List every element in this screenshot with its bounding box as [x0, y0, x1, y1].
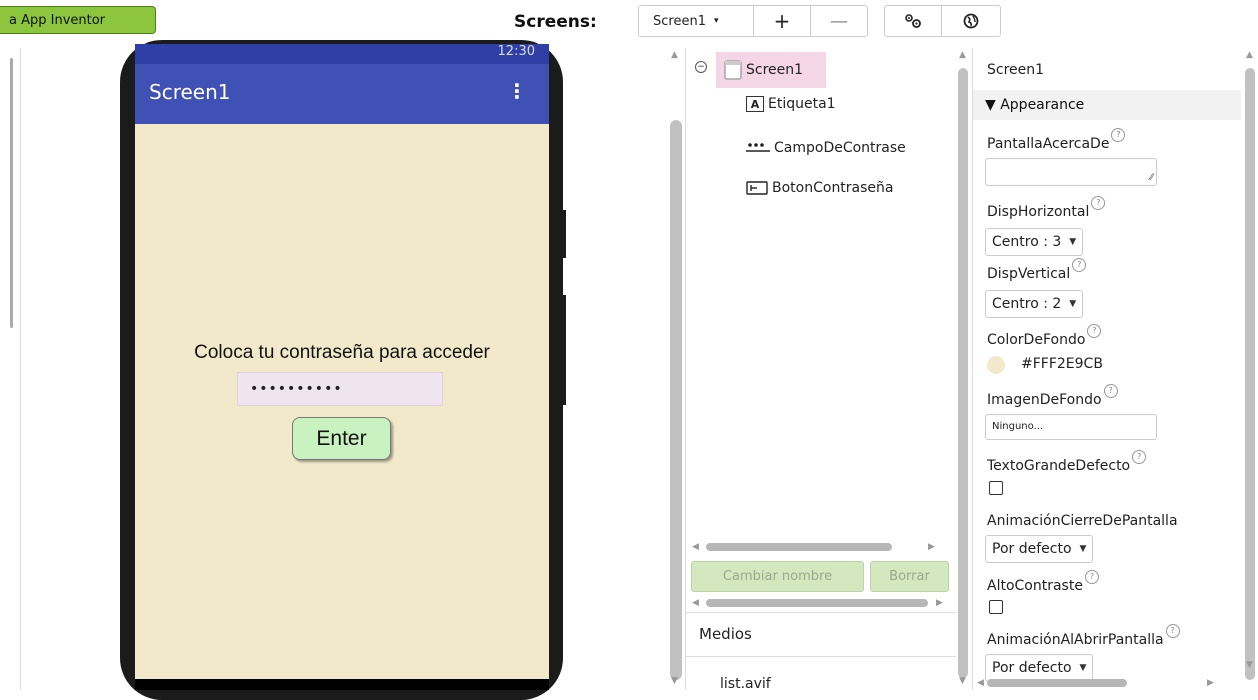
chevron-down-icon: ▼	[1069, 299, 1077, 309]
app-inventor-button[interactable]: a App Inventor	[0, 6, 156, 34]
background-color-value[interactable]: #FFF2E9CB	[1021, 356, 1103, 372]
prop-label: DispVertical	[987, 266, 1071, 282]
divider	[686, 612, 956, 613]
project-properties-button[interactable]	[884, 5, 942, 37]
align-horizontal-select[interactable]: Centro : 3 ▼	[985, 228, 1084, 256]
chevron-down-icon: ▼	[1069, 237, 1077, 247]
screens-label: Screens:	[514, 12, 597, 32]
tree-item-label: BotonContraseña	[772, 180, 894, 196]
enter-button[interactable]: Enter	[292, 417, 391, 460]
chevron-down-icon: ▼	[1079, 544, 1087, 554]
about-screen-textarea[interactable]: ⁄⁄	[985, 158, 1157, 186]
tree-horizontal-scrollbar[interactable]: ◀ ▶	[692, 540, 946, 554]
components-scrollbar[interactable]: ▲ ▼	[957, 50, 971, 690]
password-textbox-icon	[746, 143, 770, 152]
prop-label: ImagenDeFondo	[987, 392, 1102, 408]
help-icon[interactable]: ?	[1072, 258, 1087, 272]
prop-big-default-text: TextoGrandeDefecto?	[987, 450, 1147, 474]
add-screen-button[interactable]: +	[753, 5, 811, 37]
help-icon[interactable]: ?	[1111, 128, 1126, 142]
properties-scrollbar[interactable]: ▲ ▼	[1243, 50, 1258, 690]
help-icon[interactable]: ?	[1091, 196, 1106, 210]
chevron-down-icon: ▾	[713, 16, 719, 26]
prop-align-vertical: DispVertical?	[987, 258, 1087, 282]
palette-collapsed-strip	[0, 48, 21, 690]
etiqueta1-label[interactable]: Coloca tu contraseña para acceder	[135, 342, 549, 364]
align-vertical-select[interactable]: Centro : 2 ▼	[985, 290, 1084, 318]
background-image-picker[interactable]: Ninguno...	[985, 414, 1157, 440]
password-field[interactable]: ••••••••••	[237, 372, 443, 406]
prop-label: ColorDeFondo	[987, 332, 1086, 348]
tree-item-botoncontrasena[interactable]: BotonContraseña	[746, 180, 894, 196]
tree-item-label: Screen1	[746, 62, 804, 78]
appearance-section-header[interactable]: ▼ Appearance	[973, 90, 1241, 120]
phone-nav-bar	[135, 679, 549, 690]
tree-item-screen1[interactable]: Screen1	[716, 52, 826, 88]
tree-horizontal-scrollbar-2[interactable]: ◀ ▶	[692, 596, 946, 610]
remove-screen-button[interactable]: —	[810, 5, 868, 37]
resize-grip-icon[interactable]: ⁄⁄	[1150, 173, 1153, 183]
components-tree: − Screen1 A Etiqueta1 CampoDeContrase Bo…	[685, 48, 958, 690]
prop-background-image: ImagenDeFondo?	[987, 384, 1118, 408]
help-icon[interactable]: ?	[1084, 570, 1099, 584]
phone-app-bar: Screen1 ⋮	[135, 64, 549, 124]
button-icon	[746, 181, 768, 195]
screen-select-dropdown[interactable]: Screen1 ▾	[638, 5, 754, 37]
prop-about-screen: PantallaAcercaDe?	[987, 128, 1126, 152]
tree-item-etiqueta1[interactable]: A Etiqueta1	[746, 96, 836, 112]
gears-icon	[905, 14, 921, 28]
screen-icon	[724, 60, 742, 80]
viewer-scrollbar[interactable]: ▲ ▼	[670, 50, 684, 690]
prop-background-color: ColorDeFondo?	[987, 324, 1102, 348]
prop-label: AnimaciónAlAbrirPantalla	[987, 632, 1164, 648]
help-icon[interactable]: ?	[1087, 324, 1102, 338]
properties-panel: Screen1 ▼ Appearance PantallaAcercaDe? ⁄…	[972, 48, 1243, 690]
chevron-down-icon: ▼	[1079, 663, 1087, 673]
tree-item-label: CampoDeContrase	[774, 140, 906, 156]
status-time: 12:30	[497, 44, 535, 59]
high-contrast-checkbox[interactable]	[989, 600, 1003, 614]
color-swatch[interactable]	[987, 356, 1005, 374]
select-value: Centro : 2	[992, 296, 1062, 312]
tree-item-label: Etiqueta1	[768, 96, 836, 112]
media-title: Medios	[699, 625, 752, 643]
label-icon: A	[746, 96, 764, 112]
phone-power-button	[560, 295, 566, 405]
language-button[interactable]	[941, 5, 1001, 37]
properties-horizontal-scrollbar[interactable]: ◀ ▶	[977, 676, 1217, 690]
delete-button[interactable]: Borrar	[870, 561, 949, 592]
select-value: Por defecto	[992, 660, 1072, 676]
globe-icon	[963, 13, 979, 29]
help-icon[interactable]: ?	[1103, 384, 1118, 398]
tree-item-campodecontrasena[interactable]: CampoDeContrase	[746, 140, 906, 156]
overflow-menu-icon: ⋮	[507, 79, 527, 103]
select-value: Por defecto	[992, 541, 1072, 557]
prop-align-horizontal: DispHorizontal?	[987, 196, 1106, 220]
help-icon[interactable]: ?	[1132, 450, 1147, 464]
rename-button[interactable]: Cambiar nombre	[691, 561, 864, 592]
phone-status-bar: 12:30	[135, 44, 549, 66]
prop-high-contrast: AltoContraste?	[987, 570, 1099, 594]
phone-volume-button	[560, 210, 566, 258]
prop-label: DispHorizontal	[987, 204, 1090, 220]
phone-title: Screen1	[149, 80, 231, 104]
prop-open-animation: AnimaciónAlAbrirPantalla?	[987, 624, 1180, 648]
select-value: Centro : 3	[992, 234, 1062, 250]
divider	[686, 656, 956, 657]
big-default-text-checkbox[interactable]	[989, 481, 1003, 495]
phone-screen-viewer: Coloca tu contraseña para acceder ••••••…	[135, 124, 549, 679]
properties-component-name: Screen1	[987, 62, 1045, 78]
prop-label: TextoGrandeDefecto	[987, 458, 1131, 474]
prop-label: PantallaAcercaDe	[987, 136, 1110, 152]
close-animation-select[interactable]: Por defecto ▼	[985, 535, 1094, 563]
screen-select-label: Screen1	[653, 13, 706, 29]
collapse-icon[interactable]: −	[695, 61, 707, 73]
help-icon[interactable]: ?	[1165, 624, 1180, 638]
prop-label: AltoContraste	[987, 578, 1083, 594]
prop-close-animation: AnimaciónCierreDePantalla	[987, 513, 1178, 529]
prop-label: AnimaciónCierreDePantalla	[987, 513, 1178, 529]
